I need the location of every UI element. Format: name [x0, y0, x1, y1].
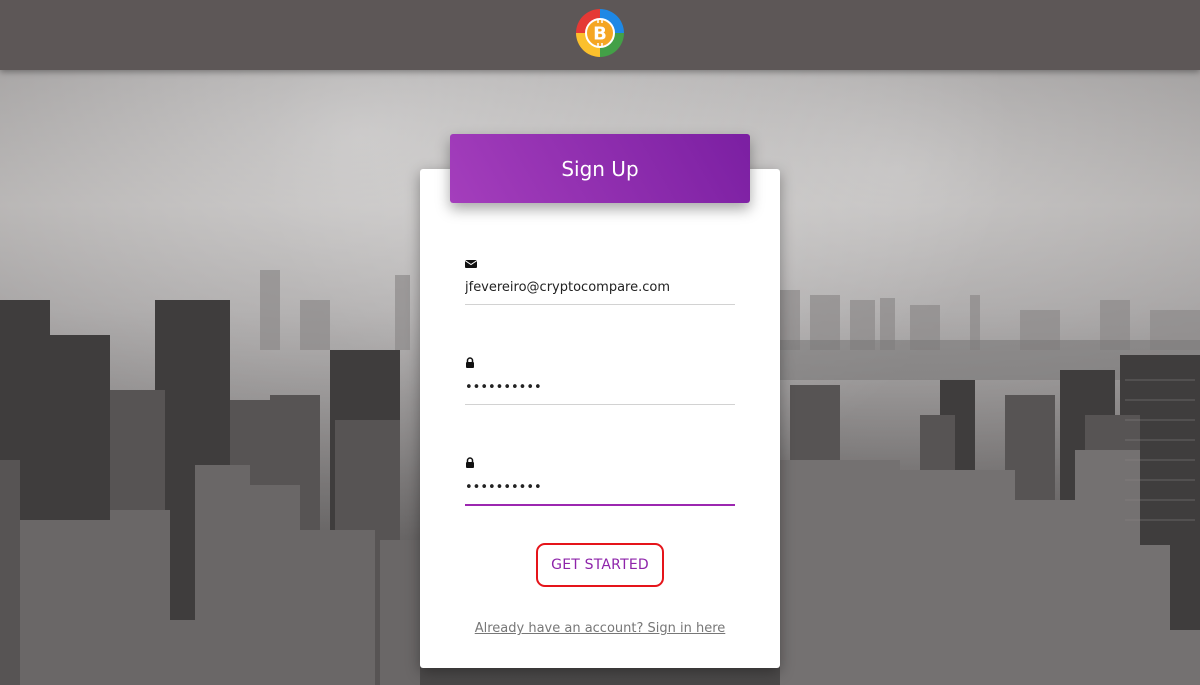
signup-card	[420, 169, 780, 668]
email-field[interactable]	[465, 276, 735, 305]
signup-card-header: Sign Up	[450, 134, 750, 203]
get-started-button[interactable]: GET STARTED	[551, 557, 649, 573]
confirm-password-field-group	[465, 456, 735, 506]
lock-icon	[465, 456, 477, 468]
password-field-group	[465, 356, 735, 405]
bitcoin-logo-icon[interactable]: B	[575, 8, 625, 58]
confirm-password-field[interactable]	[465, 476, 735, 506]
get-started-button-outline: GET STARTED	[536, 543, 664, 587]
svg-text:B: B	[593, 24, 607, 45]
top-navbar: B	[0, 0, 1200, 70]
envelope-icon	[464, 256, 478, 268]
email-field-group	[464, 256, 735, 305]
card-title: Sign Up	[561, 156, 639, 181]
lock-icon	[465, 356, 477, 368]
password-field[interactable]	[465, 376, 735, 405]
signin-link[interactable]: Already have an account? Sign in here	[420, 621, 780, 636]
